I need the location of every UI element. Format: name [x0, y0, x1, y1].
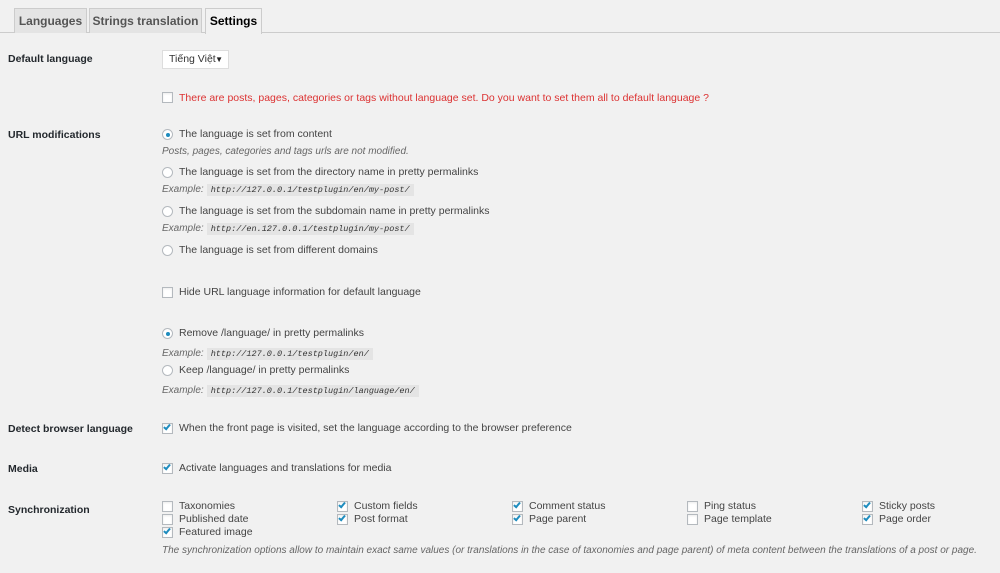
synchronization-desc: The synchronization options allow to mai… [162, 545, 977, 556]
example-label: Example: [162, 184, 204, 195]
example-label: Example: [162, 348, 204, 359]
media-checkbox[interactable] [162, 462, 173, 474]
rewrite-remove-label: Remove /language/ in pretty permalinks [179, 327, 365, 339]
sync-published-date-checkbox[interactable] [162, 514, 173, 525]
url-modifications-label: URL modifications [8, 129, 101, 141]
rewrite-remove-example: Example: http://127.0.0.1/testplugin/en/ [162, 348, 373, 360]
detect-browser-checkbox[interactable] [162, 422, 173, 434]
media-label: Media [8, 463, 38, 475]
tab-strings-translation[interactable]: Strings translation [89, 8, 202, 33]
hide-default-label: Hide URL language information for defaul… [179, 286, 421, 298]
example-url: http://en.127.0.0.1/testplugin/my-post/ [206, 223, 414, 235]
settings-tabs: Languages Strings translation Settings [0, 0, 1000, 34]
checkmark-icon [163, 422, 171, 431]
synchronization-label: Synchronization [8, 504, 90, 516]
default-language-value: Tiếng Việt [169, 53, 216, 65]
sync-comment-status-checkbox[interactable] [512, 500, 523, 512]
subdomain-example: Example: http://en.127.0.0.1/testplugin/m… [162, 223, 414, 235]
sync-page-parent-label: Page parent [529, 513, 587, 525]
sync-taxonomies-checkbox[interactable] [162, 501, 173, 512]
example-url: http://127.0.0.1/testplugin/language/en/ [206, 385, 419, 397]
example-label: Example: [162, 385, 204, 396]
sync-page-template-checkbox[interactable] [687, 514, 698, 525]
media-option: Activate languages and translations for … [179, 462, 392, 474]
default-language-select[interactable]: Tiếng Việt ▼ [162, 50, 229, 69]
sync-ping-status-checkbox[interactable] [687, 501, 698, 512]
default-language-label: Default language [8, 53, 93, 65]
sync-featured-image-label: Featured image [179, 526, 253, 538]
sync-featured-image-checkbox[interactable] [162, 526, 173, 538]
sync-sticky-posts-checkbox[interactable] [862, 500, 873, 512]
force-lang-directory-radio[interactable] [162, 167, 173, 178]
rewrite-keep-radio[interactable] [162, 365, 173, 376]
untranslated-content-notice: There are posts, pages, categories or ta… [179, 92, 709, 104]
rewrite-keep-label: Keep /language/ in pretty permalinks [179, 364, 350, 376]
sync-page-order-checkbox[interactable] [862, 513, 873, 525]
example-label: Example: [162, 223, 204, 234]
checkmark-icon [513, 513, 521, 522]
force-lang-content-desc: Posts, pages, categories and tags urls a… [162, 146, 409, 157]
sync-page-order-label: Page order [879, 513, 931, 525]
sync-sticky-posts-label: Sticky posts [879, 500, 936, 512]
sync-comment-status-label: Comment status [529, 500, 606, 512]
detect-browser-option: When the front page is visited, set the … [179, 422, 572, 434]
chevron-down-icon: ▼ [215, 55, 223, 64]
sync-custom-fields-checkbox[interactable] [337, 500, 348, 512]
example-url: http://127.0.0.1/testplugin/en/my-post/ [206, 184, 414, 196]
checkmark-icon [338, 500, 346, 509]
sync-page-template-label: Page template [704, 513, 772, 525]
sync-custom-fields-label: Custom fields [354, 500, 418, 512]
example-url: http://127.0.0.1/testplugin/en/ [206, 348, 373, 360]
directory-example: Example: http://127.0.0.1/testplugin/en/m… [162, 184, 414, 196]
checkmark-icon [513, 500, 521, 509]
rewrite-remove-radio[interactable] [162, 328, 173, 339]
force-lang-content-radio[interactable] [162, 129, 173, 140]
sync-page-parent-checkbox[interactable] [512, 513, 523, 525]
checkmark-icon [863, 500, 871, 509]
set-default-language-checkbox[interactable] [162, 92, 173, 103]
force-lang-subdomain-radio[interactable] [162, 206, 173, 217]
tab-languages[interactable]: Languages [14, 8, 87, 33]
tab-settings[interactable]: Settings [205, 8, 262, 34]
force-lang-subdomain-label: The language is set from the subdomain n… [179, 205, 490, 217]
sync-ping-status-label: Ping status [704, 500, 756, 512]
checkmark-icon [163, 462, 171, 471]
sync-taxonomies-label: Taxonomies [179, 500, 236, 512]
force-lang-domains-radio[interactable] [162, 245, 173, 256]
sync-post-format-checkbox[interactable] [337, 513, 348, 525]
checkmark-icon [163, 526, 171, 535]
force-lang-content-label: The language is set from content [179, 128, 332, 140]
radio-selected-dot [166, 133, 170, 137]
checkmark-icon [863, 513, 871, 522]
radio-selected-dot [166, 332, 170, 336]
sync-published-date-label: Published date [179, 513, 249, 525]
force-lang-domains-label: The language is set from different domai… [179, 244, 378, 256]
checkmark-icon [338, 513, 346, 522]
rewrite-keep-example: Example: http://127.0.0.1/testplugin/lang… [162, 385, 419, 397]
detect-browser-label: Detect browser language [8, 423, 133, 435]
hide-default-checkbox[interactable] [162, 287, 173, 298]
force-lang-directory-label: The language is set from the directory n… [179, 166, 479, 178]
sync-post-format-label: Post format [354, 513, 408, 525]
